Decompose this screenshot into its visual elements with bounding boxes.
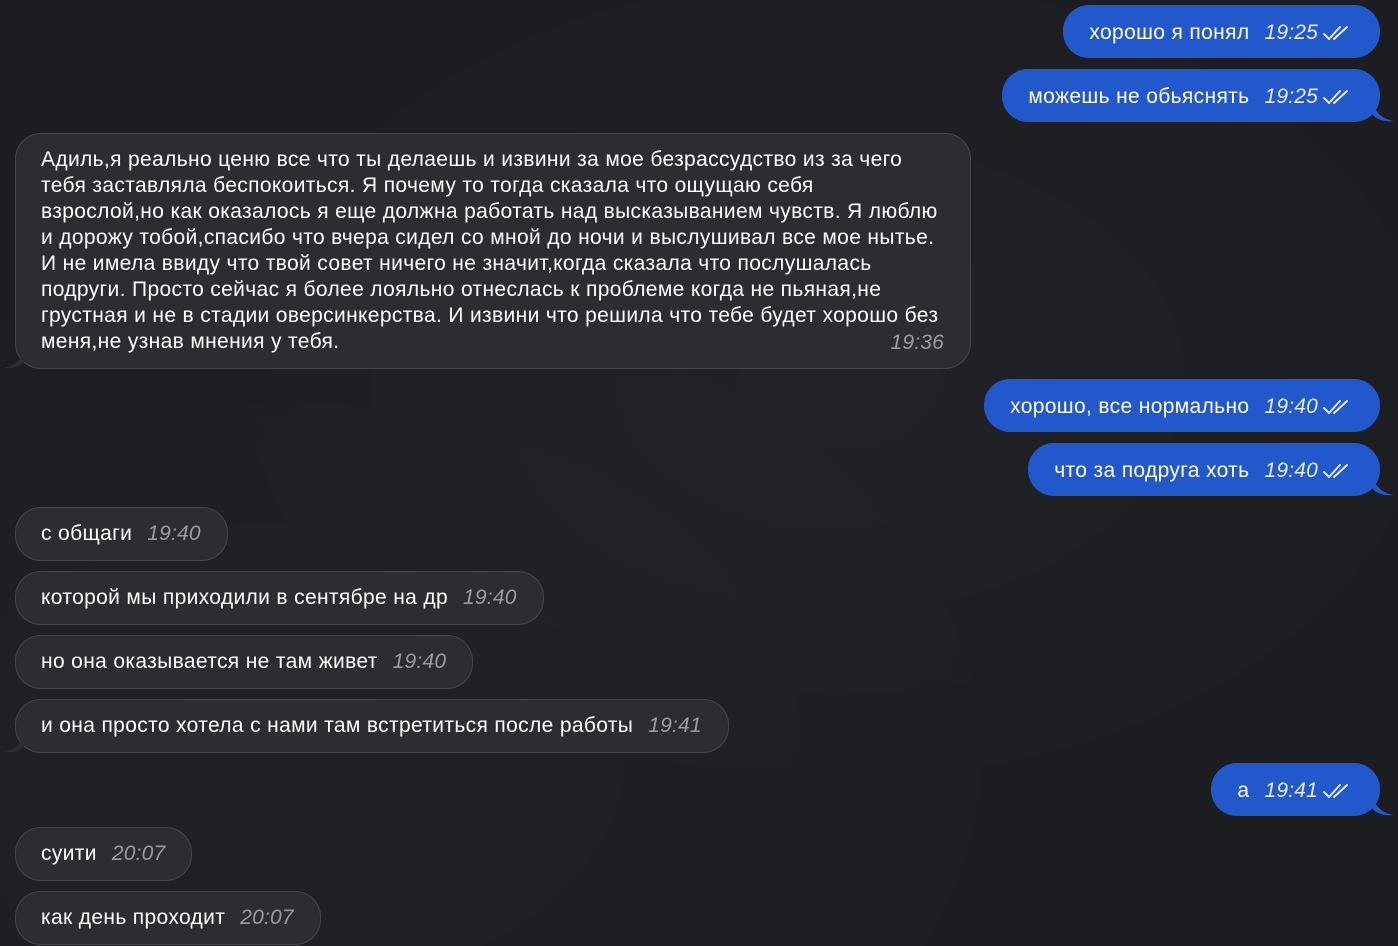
- message-time: 19:36: [890, 331, 944, 354]
- message-bubble-outgoing[interactable]: можешь не обьяснять 19:25: [1002, 69, 1394, 122]
- message-time: 19:41: [1264, 779, 1318, 802]
- bubble-tail-icon: [1372, 794, 1394, 816]
- message-time: 20:07: [240, 906, 294, 929]
- message-time: 20:07: [111, 842, 166, 865]
- message-bubble-incoming[interactable]: и она просто хотела с нами там встретить…: [3, 699, 729, 753]
- double-check-icon: [1323, 464, 1348, 478]
- message-time: 19:40: [392, 650, 447, 673]
- message-text: суити: [41, 842, 97, 865]
- message-text: которой мы приходили в сентябре на др: [41, 586, 449, 609]
- bubble-tail-icon: [3, 731, 25, 753]
- message-bubble-incoming[interactable]: Адиль,я реально ценю все что ты делаешь …: [3, 133, 971, 369]
- bubble-tail-icon: [1372, 474, 1394, 496]
- message-bubble-outgoing[interactable]: что за подруга хоть 19:40: [1028, 443, 1394, 496]
- message-text: как день проходит: [41, 906, 226, 929]
- double-check-icon: [1323, 400, 1348, 414]
- message-text: можешь не обьяснять: [1028, 85, 1250, 108]
- message-time: 19:40: [463, 586, 517, 609]
- message-text: хорошо, все нормально: [1010, 395, 1250, 418]
- message-time: 19:40: [1264, 395, 1318, 418]
- message-time: 19:25: [1264, 85, 1318, 108]
- message-bubble-incoming[interactable]: которой мы приходили в сентябре на др 19…: [15, 571, 544, 625]
- bubble-tail-icon: [3, 347, 25, 369]
- message-text: хорошо я понял: [1089, 21, 1250, 44]
- double-check-icon: [1323, 784, 1348, 798]
- message-bubble-outgoing[interactable]: хорошо я понял 19:25: [1063, 5, 1380, 58]
- message-text: что за подруга хоть: [1054, 459, 1250, 482]
- message-bubble-incoming[interactable]: но она оказывается не там живет 19:40: [15, 635, 474, 689]
- message-bubble-outgoing[interactable]: а 19:41: [1211, 763, 1394, 816]
- message-time: 19:41: [648, 714, 702, 737]
- message-text: Адиль,я реально ценю все что ты делаешь …: [41, 148, 939, 353]
- double-check-icon: [1323, 90, 1348, 104]
- message-text: и она просто хотела с нами там встретить…: [41, 714, 634, 737]
- message-bubble-incoming[interactable]: с общаги 19:40: [15, 507, 228, 561]
- message-bubble-incoming[interactable]: как день проходит 20:07: [15, 891, 321, 945]
- message-time: 19:40: [147, 522, 201, 545]
- double-check-icon: [1323, 26, 1348, 40]
- message-text: а: [1237, 779, 1250, 802]
- message-bubble-outgoing[interactable]: хорошо, все нормально 19:40: [984, 379, 1380, 432]
- message-time: 19:40: [1264, 459, 1318, 482]
- message-text: но она оказывается не там живет: [41, 650, 378, 673]
- bubble-tail-icon: [1372, 100, 1394, 122]
- message-time: 19:25: [1264, 21, 1318, 44]
- message-text: с общаги: [41, 522, 133, 545]
- message-bubble-incoming[interactable]: суити 20:07: [15, 827, 193, 881]
